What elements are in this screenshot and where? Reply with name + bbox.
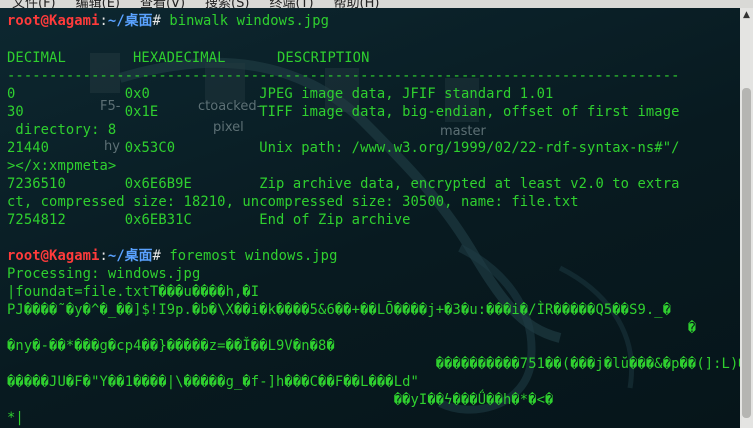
prompt-user: root@Kagami: [7, 248, 100, 264]
terminal-window[interactable]: F5- hy ctoacked- pixel master root@Kagam…: [0, 8, 740, 428]
command-text: foremost windows.jpg: [160, 248, 338, 264]
header-hexadecimal: HEXADECIMAL: [133, 50, 226, 66]
scroll-up-arrow-icon[interactable]: ▲: [742, 10, 751, 20]
scrollbar-thumb[interactable]: [742, 88, 751, 418]
prompt-user: root@Kagami: [7, 13, 100, 29]
output-row: 0 0x0 JPEG image data, JFIF standard 1.0…: [7, 86, 554, 102]
output-line: PJ����˜�y�^�_��]$!I9p.�b�\X��i�k����5&6�…: [7, 302, 672, 318]
menu-terminal[interactable]: 终端(T): [269, 0, 313, 8]
output-row: directory: 8: [7, 122, 117, 138]
output-row: 21440 0x53C0 Unix path: /www.w3.org/1999…: [7, 140, 680, 156]
output-line: |foundat=file.txtT���u����h,�I: [7, 284, 260, 300]
menu-view[interactable]: 查看(V): [140, 0, 185, 8]
output-row: 7236510 0x6E6B9E Zip archive data, encry…: [7, 176, 680, 192]
output-row: 7254812 0x6EB31C End of Zip archive: [7, 212, 411, 228]
output-row: 30 0x1E TIFF image data, big-endian, off…: [7, 104, 680, 120]
output-line: �����JU�F�"Y��1����|\�����g_�f-]h���C��F…: [7, 374, 419, 390]
command-text: binwalk windows.jpg: [160, 13, 330, 29]
output-row: ct, compressed size: 18210, uncompressed…: [7, 194, 579, 210]
prompt-line: root@Kagami:~/桌面# binwalk windows.jpg: [7, 12, 329, 30]
header-description: DESCRIPTION: [277, 50, 370, 66]
desktop-label: master: [440, 124, 486, 139]
output-line: ��yI��ϟ���Ǘ��h�*�<�: [7, 392, 554, 408]
header-decimal: DECIMAL: [7, 50, 66, 66]
prompt-separator: :: [99, 13, 108, 29]
output-line: Processing: windows.jpg: [7, 266, 201, 282]
output-line: �: [7, 320, 697, 336]
output-row: ></x:xmpmeta>: [7, 158, 117, 174]
menu-bar: 文件(F) 编辑(E) 查看(V) 搜索(S) 终端(T) 帮助(H): [0, 0, 753, 8]
menu-edit[interactable]: 编辑(E): [76, 0, 120, 8]
prompt-line: root@Kagami:~/桌面# foremost windows.jpg: [7, 247, 337, 265]
menu-search[interactable]: 搜索(S): [205, 0, 249, 8]
desktop-label: pixel: [213, 120, 244, 135]
cursor-line: *|: [7, 410, 24, 426]
menu-file[interactable]: 文件(F): [12, 0, 56, 8]
prompt-hash: #: [152, 13, 161, 29]
prompt-path: ~/桌面: [107, 248, 153, 264]
prompt-path: ~/桌面: [107, 13, 153, 29]
divider-line: ----------------------------------------…: [7, 68, 680, 84]
output-line: �ny�-��*���g�cp4��}�����z=��Ǐ��L9V�n�8�: [7, 338, 335, 354]
prompt-separator: :: [99, 248, 108, 264]
output-line: ����������751��(���j�lŭ���&�p��(]:L)�: [7, 356, 740, 372]
prompt-hash: #: [152, 248, 161, 264]
menu-help[interactable]: 帮助(H): [334, 0, 380, 8]
